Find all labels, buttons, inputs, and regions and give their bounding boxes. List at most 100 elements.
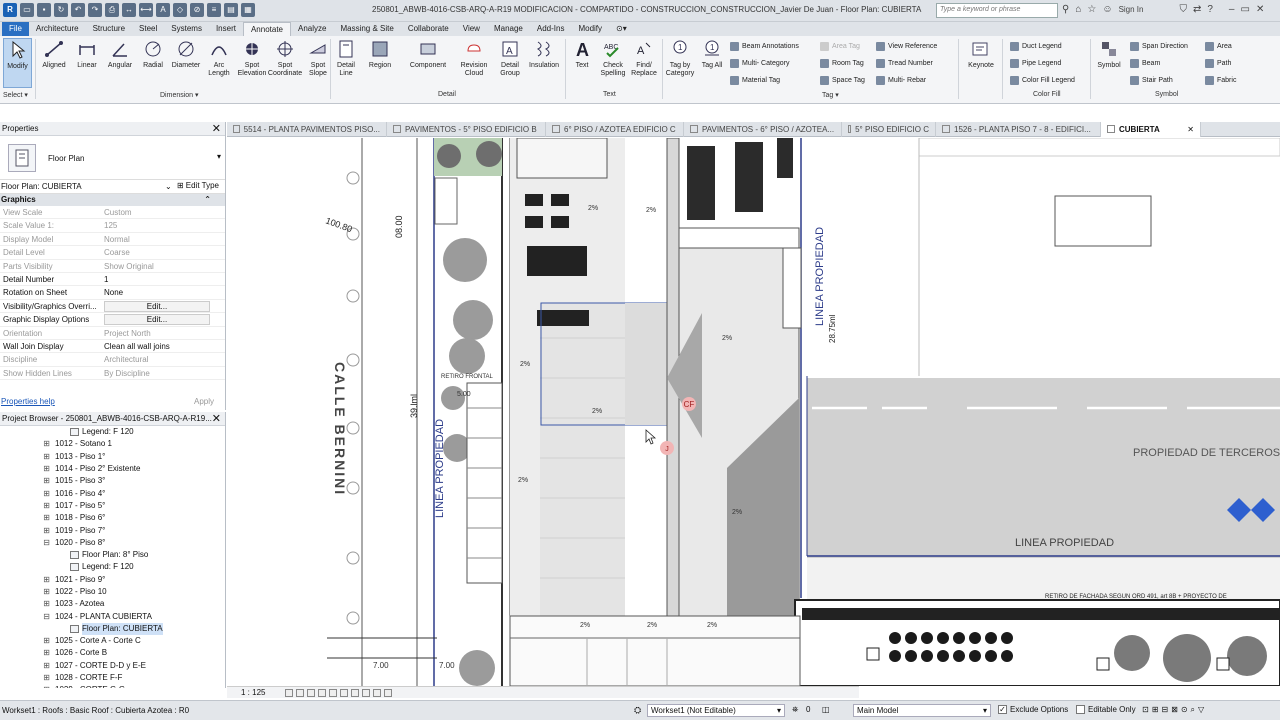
expand-icon[interactable]: ⊞ bbox=[42, 525, 51, 537]
edit-button-label[interactable]: Edit... bbox=[104, 314, 210, 326]
user-icon[interactable]: ☺ bbox=[1102, 4, 1112, 15]
find-replace-button[interactable]: A Find/ Replace bbox=[628, 38, 660, 78]
browser-view-item[interactable]: Legend: F 120 bbox=[0, 426, 225, 438]
browser-folder-item[interactable]: ⊞ 1025 - Corte A - Corte C bbox=[0, 635, 225, 647]
keynote-button[interactable]: Keynote bbox=[963, 38, 999, 70]
browser-folder-item[interactable]: ⊞ 1028 - CORTE F-F bbox=[0, 672, 225, 684]
collapse-icon[interactable]: ⊟ bbox=[42, 611, 51, 623]
expand-icon[interactable]: ⊞ bbox=[42, 475, 51, 487]
reveal-hidden-icon[interactable] bbox=[373, 688, 382, 697]
tag-by-category-button[interactable]: 1 Tag by Category bbox=[664, 38, 696, 78]
print-icon[interactable]: ⎙ bbox=[105, 3, 119, 17]
worksharing-icon[interactable] bbox=[384, 688, 393, 697]
thin-lines-icon[interactable]: ≡ bbox=[207, 3, 221, 17]
sign-in-link[interactable]: Sign In bbox=[1119, 5, 1144, 14]
multi-category-button[interactable]: Multi- Category bbox=[730, 59, 789, 68]
room-tag-button[interactable]: Room Tag bbox=[820, 59, 864, 68]
expand-icon[interactable]: ⊞ bbox=[42, 463, 51, 475]
expand-icon[interactable]: ⊞ bbox=[42, 598, 51, 610]
property-row-scale-value-1[interactable]: Scale Value 1: 125 bbox=[0, 219, 225, 233]
properties-help-link[interactable]: Properties help bbox=[1, 397, 55, 406]
expand-icon[interactable]: ⊞ bbox=[42, 635, 51, 647]
chevron-down-icon[interactable]: ⌄ bbox=[165, 182, 172, 191]
close-icon[interactable]: ✕ bbox=[212, 122, 221, 135]
design-option-dropdown[interactable]: Main Model ▾ bbox=[853, 704, 991, 717]
tab-architecture[interactable]: Architecture bbox=[29, 22, 86, 36]
show-crop-icon[interactable] bbox=[340, 688, 349, 697]
detail-group-button[interactable]: A Detail Group bbox=[494, 38, 526, 78]
dimension-panel-label[interactable]: Dimension ▾ bbox=[160, 91, 199, 99]
active-workset-dropdown[interactable]: Workset1 (Not Editable) ▾ bbox=[647, 704, 785, 717]
symbol-button[interactable]: Symbol bbox=[1092, 38, 1126, 70]
expand-icon[interactable]: ⊞ bbox=[42, 438, 51, 450]
visual-style-icon[interactable] bbox=[296, 688, 305, 697]
undo-icon[interactable]: ↶ bbox=[71, 3, 85, 17]
tread-number-button[interactable]: Tread Number bbox=[876, 59, 933, 68]
editable-worksets-icon[interactable]: ⛯ bbox=[792, 705, 798, 715]
exclude-options-checkbox[interactable]: ✓ Exclude Options bbox=[998, 705, 1068, 714]
3d-view-icon[interactable]: ◇ bbox=[173, 3, 187, 17]
edit-button[interactable]: Edit... bbox=[102, 300, 210, 312]
browser-folder-item[interactable]: ⊞ 1012 - Sotano 1 bbox=[0, 438, 225, 450]
subscription-icon[interactable]: ⌂ bbox=[1075, 4, 1081, 15]
browser-folder-item[interactable]: ⊞ 1016 - Piso 4° bbox=[0, 487, 225, 499]
open-icon[interactable]: ▭ bbox=[20, 3, 34, 17]
expand-icon[interactable]: ⊞ bbox=[42, 451, 51, 463]
expand-icon[interactable]: ⊞ bbox=[42, 500, 51, 512]
sun-path-icon[interactable] bbox=[307, 688, 316, 697]
view-tab[interactable]: 1526 - PLANTA PISO 7 - 8 - EDIFICI... bbox=[936, 122, 1101, 137]
property-row-show-hidden-lines[interactable]: Show Hidden Lines By Discipline bbox=[0, 367, 225, 381]
view-instance-selector[interactable]: Floor Plan: CUBIERTA ⌄ ⊞ Edit Type bbox=[0, 180, 225, 194]
apply-button[interactable]: Apply bbox=[194, 397, 214, 406]
shadows-icon[interactable] bbox=[318, 688, 327, 697]
modify-button[interactable]: Modify bbox=[3, 38, 32, 88]
duct-legend-button[interactable]: Duct Legend bbox=[1010, 42, 1062, 51]
expand-icon[interactable]: ⊞ bbox=[42, 574, 51, 586]
browser-view-item[interactable]: Floor Plan: CUBIERTA bbox=[0, 622, 225, 635]
dimension-icon[interactable]: ⟷ bbox=[139, 3, 153, 17]
view-tab[interactable]: PAVIMENTOS - 6° PISO / AZOTEA... bbox=[684, 122, 842, 137]
tab-add-ins[interactable]: Add-Ins bbox=[530, 22, 572, 36]
multi-rebar-button[interactable]: Multi- Rebar bbox=[876, 76, 926, 85]
view-reference-button[interactable]: View Reference bbox=[876, 42, 937, 51]
tab-collaborate[interactable]: Collaborate bbox=[401, 22, 456, 36]
property-row-parts-visibility[interactable]: Parts Visibility Show Original bbox=[0, 260, 225, 273]
linear-button[interactable]: Linear bbox=[71, 38, 103, 70]
insulation-button[interactable]: Insulation bbox=[528, 38, 560, 70]
tag-panel-label[interactable]: Tag ▾ bbox=[822, 91, 839, 99]
browser-folder-item[interactable]: ⊞1029 - CORTE G-G bbox=[0, 684, 225, 688]
color-fill-legend-button[interactable]: Color Fill Legend bbox=[1010, 76, 1075, 85]
property-row-detail-level[interactable]: Detail Level Coarse bbox=[0, 246, 225, 260]
j-tag[interactable]: J bbox=[665, 446, 669, 453]
property-row-detail-number[interactable]: Detail Number 1 bbox=[0, 273, 225, 287]
tab-steel[interactable]: Steel bbox=[132, 22, 164, 36]
star-icon[interactable]: ☆ bbox=[1087, 4, 1096, 15]
chevron-down-icon[interactable]: ▾ bbox=[217, 152, 221, 161]
exchange-icon[interactable]: ⇄ bbox=[1193, 4, 1201, 15]
expand-icon[interactable]: ⊞ bbox=[42, 660, 51, 672]
stair-path-button[interactable]: Stair Path bbox=[1130, 76, 1173, 85]
area-button[interactable]: Area bbox=[1205, 42, 1232, 51]
spot-elevation-button[interactable]: Spot Elevation bbox=[236, 38, 268, 78]
view-tab[interactable]: 5514 - PLANTA PAVIMENTOS PISO... bbox=[227, 122, 387, 137]
collapse-icon[interactable]: ⊟ bbox=[42, 537, 51, 549]
tab-insert[interactable]: Insert bbox=[209, 22, 243, 36]
browser-folder-item[interactable]: ⊟ 1024 - PLANTA CUBIERTA bbox=[0, 610, 225, 622]
spot-coordinate-button[interactable]: Spot Coordinate bbox=[268, 38, 302, 78]
browser-view-item[interactable]: Floor Plan: 8° Piso bbox=[0, 549, 225, 561]
tab-systems[interactable]: Systems bbox=[164, 22, 209, 36]
material-tag-button[interactable]: Material Tag bbox=[730, 76, 780, 85]
expand-icon[interactable]: ⊞ bbox=[42, 647, 51, 659]
cart-icon[interactable]: ⛉ bbox=[1179, 4, 1187, 15]
section-icon[interactable]: ⊘ bbox=[190, 3, 204, 17]
expand-icon[interactable]: ⊞ bbox=[42, 684, 51, 688]
view-tab[interactable]: 6° PISO / AZOTEA EDIFICIO C bbox=[546, 122, 684, 137]
revision-cloud-button[interactable]: Revision Cloud bbox=[458, 38, 490, 78]
tab-analyze[interactable]: Analyze bbox=[291, 22, 333, 36]
edit-type-button[interactable]: ⊞ Edit Type bbox=[177, 181, 219, 190]
edit-button-label[interactable]: Edit... bbox=[104, 300, 210, 312]
help-icon[interactable]: ? bbox=[1207, 4, 1213, 15]
tab-structure[interactable]: Structure bbox=[86, 22, 132, 36]
property-row-orientation[interactable]: Orientation Project North bbox=[0, 327, 225, 340]
property-row-view-scale[interactable]: View Scale Custom bbox=[0, 206, 225, 220]
